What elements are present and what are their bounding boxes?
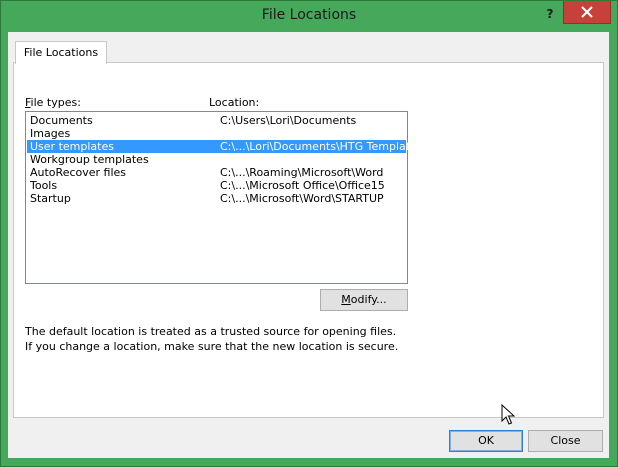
list-item[interactable]: AutoRecover files C:\...\Roaming\Microso… xyxy=(27,166,406,179)
file-locations-dialog: File Locations ? File Locations File typ… xyxy=(0,0,618,467)
file-type: AutoRecover files xyxy=(30,166,127,179)
mouse-pointer-icon xyxy=(501,404,515,425)
tab-file-locations[interactable]: File Locations xyxy=(15,41,107,64)
tab-panel: File types: Location: Documents C:\Users… xyxy=(13,62,604,418)
close-window-button[interactable] xyxy=(563,1,611,24)
dialog-client-area: File Locations File types: Location: Doc… xyxy=(8,32,609,458)
file-location: C:\...\Roaming\Microsoft\Word xyxy=(220,166,384,179)
file-location: C:\Users\Lori\Documents xyxy=(220,114,357,127)
file-type: Startup xyxy=(30,192,71,205)
help-button[interactable]: ? xyxy=(543,4,557,24)
close-button[interactable]: Close xyxy=(528,430,603,452)
list-item-selected[interactable]: User templates C:\...\Lori\Documents\HTG… xyxy=(27,140,423,153)
ok-button[interactable]: OK xyxy=(449,430,523,452)
file-type: User templates xyxy=(30,140,114,153)
list-item[interactable]: Tools C:\...\Microsoft Office\Office15 xyxy=(27,179,406,192)
file-locations-list[interactable]: Documents C:\Users\Lori\Documents Images… xyxy=(25,111,423,284)
file-location: C:\...\Lori\Documents\HTG Templates xyxy=(220,140,423,153)
trusted-location-note: The default location is treated as a tru… xyxy=(25,325,399,353)
close-icon xyxy=(581,6,593,18)
window-title: File Locations xyxy=(261,7,357,23)
list-item[interactable]: Startup C:\...\Microsoft\Word\STARTUP xyxy=(27,192,406,205)
file-types-label: File types: xyxy=(25,96,81,109)
file-type: Tools xyxy=(30,179,58,192)
file-type: Workgroup templates xyxy=(30,153,149,166)
file-type: Images xyxy=(30,127,71,140)
file-location: C:\...\Microsoft\Word\STARTUP xyxy=(220,192,384,205)
file-location: C:\...\Microsoft Office\Office15 xyxy=(220,179,385,192)
list-item[interactable]: Images xyxy=(27,127,406,140)
list-item[interactable]: Documents C:\Users\Lori\Documents xyxy=(27,114,406,127)
location-label: Location: xyxy=(209,96,260,109)
file-type: Documents xyxy=(30,114,93,127)
list-item[interactable]: Workgroup templates xyxy=(27,153,406,166)
modify-button[interactable]: Modify... xyxy=(320,289,408,311)
title-bar[interactable]: File Locations ? xyxy=(1,1,617,33)
